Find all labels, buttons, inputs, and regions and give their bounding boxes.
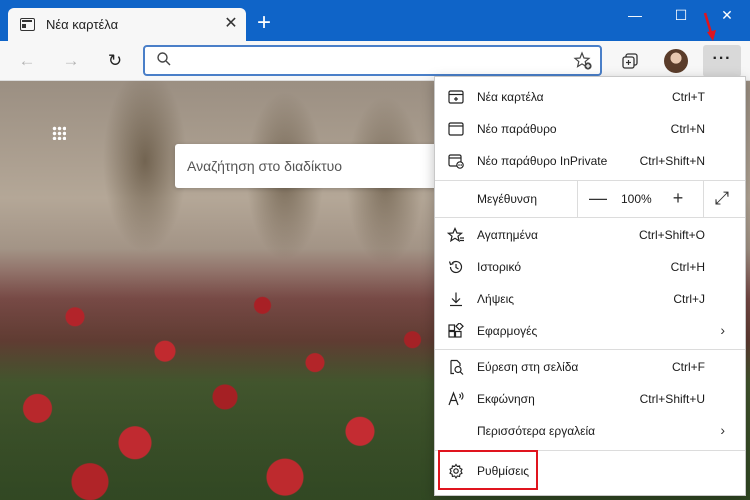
search-icon (157, 52, 171, 66)
menu-item-label: Εκφώνηση (477, 392, 535, 406)
menu-item-label: Περισσότερα εργαλεία (477, 424, 596, 438)
tab-close-icon[interactable]: ✕ (222, 15, 240, 33)
forward-button[interactable]: → (56, 47, 86, 75)
chevron-right-icon: › (720, 322, 725, 338)
new-window-icon (448, 122, 464, 136)
zoom-divider (577, 181, 578, 217)
refresh-button[interactable]: ↻ (100, 47, 130, 75)
menu-divider (435, 349, 745, 350)
tab-new-tab[interactable]: Νέα καρτέλα ✕ (8, 8, 246, 41)
menu-item-apps[interactable]: Εφαρμογές › (435, 315, 745, 347)
zoom-in-button[interactable]: + (667, 189, 689, 209)
menu-item-more-tools[interactable]: Περισσότερα εργαλεία › (435, 415, 745, 447)
download-icon (450, 292, 462, 307)
zoom-divider (703, 181, 704, 217)
menu-item-shortcut: Ctrl+T (672, 90, 705, 104)
settings-and-more-button[interactable]: ··· (703, 45, 741, 77)
menu-item-label: Λήψεις (477, 292, 515, 306)
new-tab-icon (448, 90, 464, 104)
settings-highlight-annotation (438, 450, 538, 490)
toolbar: ← → ↻ ··· (0, 41, 750, 81)
menu-item-new-inprivate-window[interactable]: Νέο παράθυρο InPrivate Ctrl+Shift+N (435, 145, 745, 177)
chevron-right-icon: › (720, 422, 725, 438)
menu-item-history[interactable]: Ιστορικό Ctrl+H (435, 251, 745, 283)
apps-icon (448, 323, 464, 338)
favorites-icon (447, 227, 464, 243)
read-aloud-icon (448, 391, 464, 406)
profile-avatar[interactable] (664, 49, 688, 73)
menu-divider (435, 217, 745, 218)
web-search-placeholder: Αναζήτηση στο διαδίκτυο (187, 158, 343, 174)
tab-title: Νέα καρτέλα (46, 17, 119, 32)
web-search-box[interactable]: Αναζήτηση στο διαδίκτυο (175, 144, 445, 188)
settings-and-more-menu: Νέα καρτέλα Ctrl+T Νέο παράθυρο Ctrl+N Ν… (434, 76, 746, 496)
zoom-level: 100% (621, 192, 652, 206)
menu-item-shortcut: Ctrl+F (672, 360, 705, 374)
menu-item-shortcut: Ctrl+Shift+O (638, 228, 705, 242)
zoom-label: Μεγέθυνση (477, 192, 538, 206)
app-launcher-icon[interactable] (52, 126, 66, 140)
menu-item-read-aloud[interactable]: Εκφώνηση Ctrl+Shift+U (435, 383, 745, 415)
menu-item-favorites[interactable]: Αγαπημένα Ctrl+Shift+O (435, 219, 745, 251)
menu-item-shortcut: Ctrl+N (670, 122, 705, 136)
menu-item-label: Εφαρμογές (477, 324, 538, 338)
menu-item-new-window[interactable]: Νέο παράθυρο Ctrl+N (435, 113, 745, 145)
menu-item-label: Νέα καρτέλα (477, 90, 544, 104)
title-bar: Νέα καρτέλα ✕ + — ☐ ✕ (0, 0, 750, 41)
menu-item-label: Ιστορικό (477, 260, 522, 274)
menu-item-label: Νέο παράθυρο (477, 122, 557, 136)
menu-item-shortcut: Ctrl+H (670, 260, 705, 274)
find-on-page-icon (450, 359, 464, 375)
menu-item-label: Εύρεση στη σελίδα (477, 360, 579, 374)
menu-item-shortcut: Ctrl+J (673, 292, 705, 306)
fullscreen-button[interactable]: ⤢ (711, 189, 733, 209)
zoom-out-button[interactable]: — (587, 189, 609, 209)
maximize-button[interactable]: ☐ (658, 0, 704, 30)
collections-icon[interactable] (621, 52, 639, 70)
menu-item-shortcut: Ctrl+Shift+N (639, 154, 705, 168)
zoom-row: Μεγέθυνση — 100% + ⤢ (435, 181, 745, 217)
minimize-button[interactable]: — (612, 0, 658, 30)
inprivate-icon (448, 154, 464, 169)
address-bar[interactable] (143, 45, 602, 76)
add-favorite-icon[interactable] (573, 51, 593, 71)
history-icon (448, 260, 463, 274)
menu-item-new-tab[interactable]: Νέα καρτέλα Ctrl+T (435, 81, 745, 113)
red-arrow-annotation-icon (703, 12, 716, 41)
menu-item-shortcut: Ctrl+Shift+U (639, 392, 705, 406)
new-tab-page-icon (20, 18, 35, 31)
back-button[interactable]: ← (12, 47, 42, 75)
menu-item-label: Νέο παράθυρο InPrivate (477, 154, 608, 168)
new-tab-button[interactable]: + (252, 11, 276, 36)
menu-item-downloads[interactable]: Λήψεις Ctrl+J (435, 283, 745, 315)
menu-item-find-on-page[interactable]: Εύρεση στη σελίδα Ctrl+F (435, 351, 745, 383)
menu-item-label: Αγαπημένα (477, 228, 538, 242)
